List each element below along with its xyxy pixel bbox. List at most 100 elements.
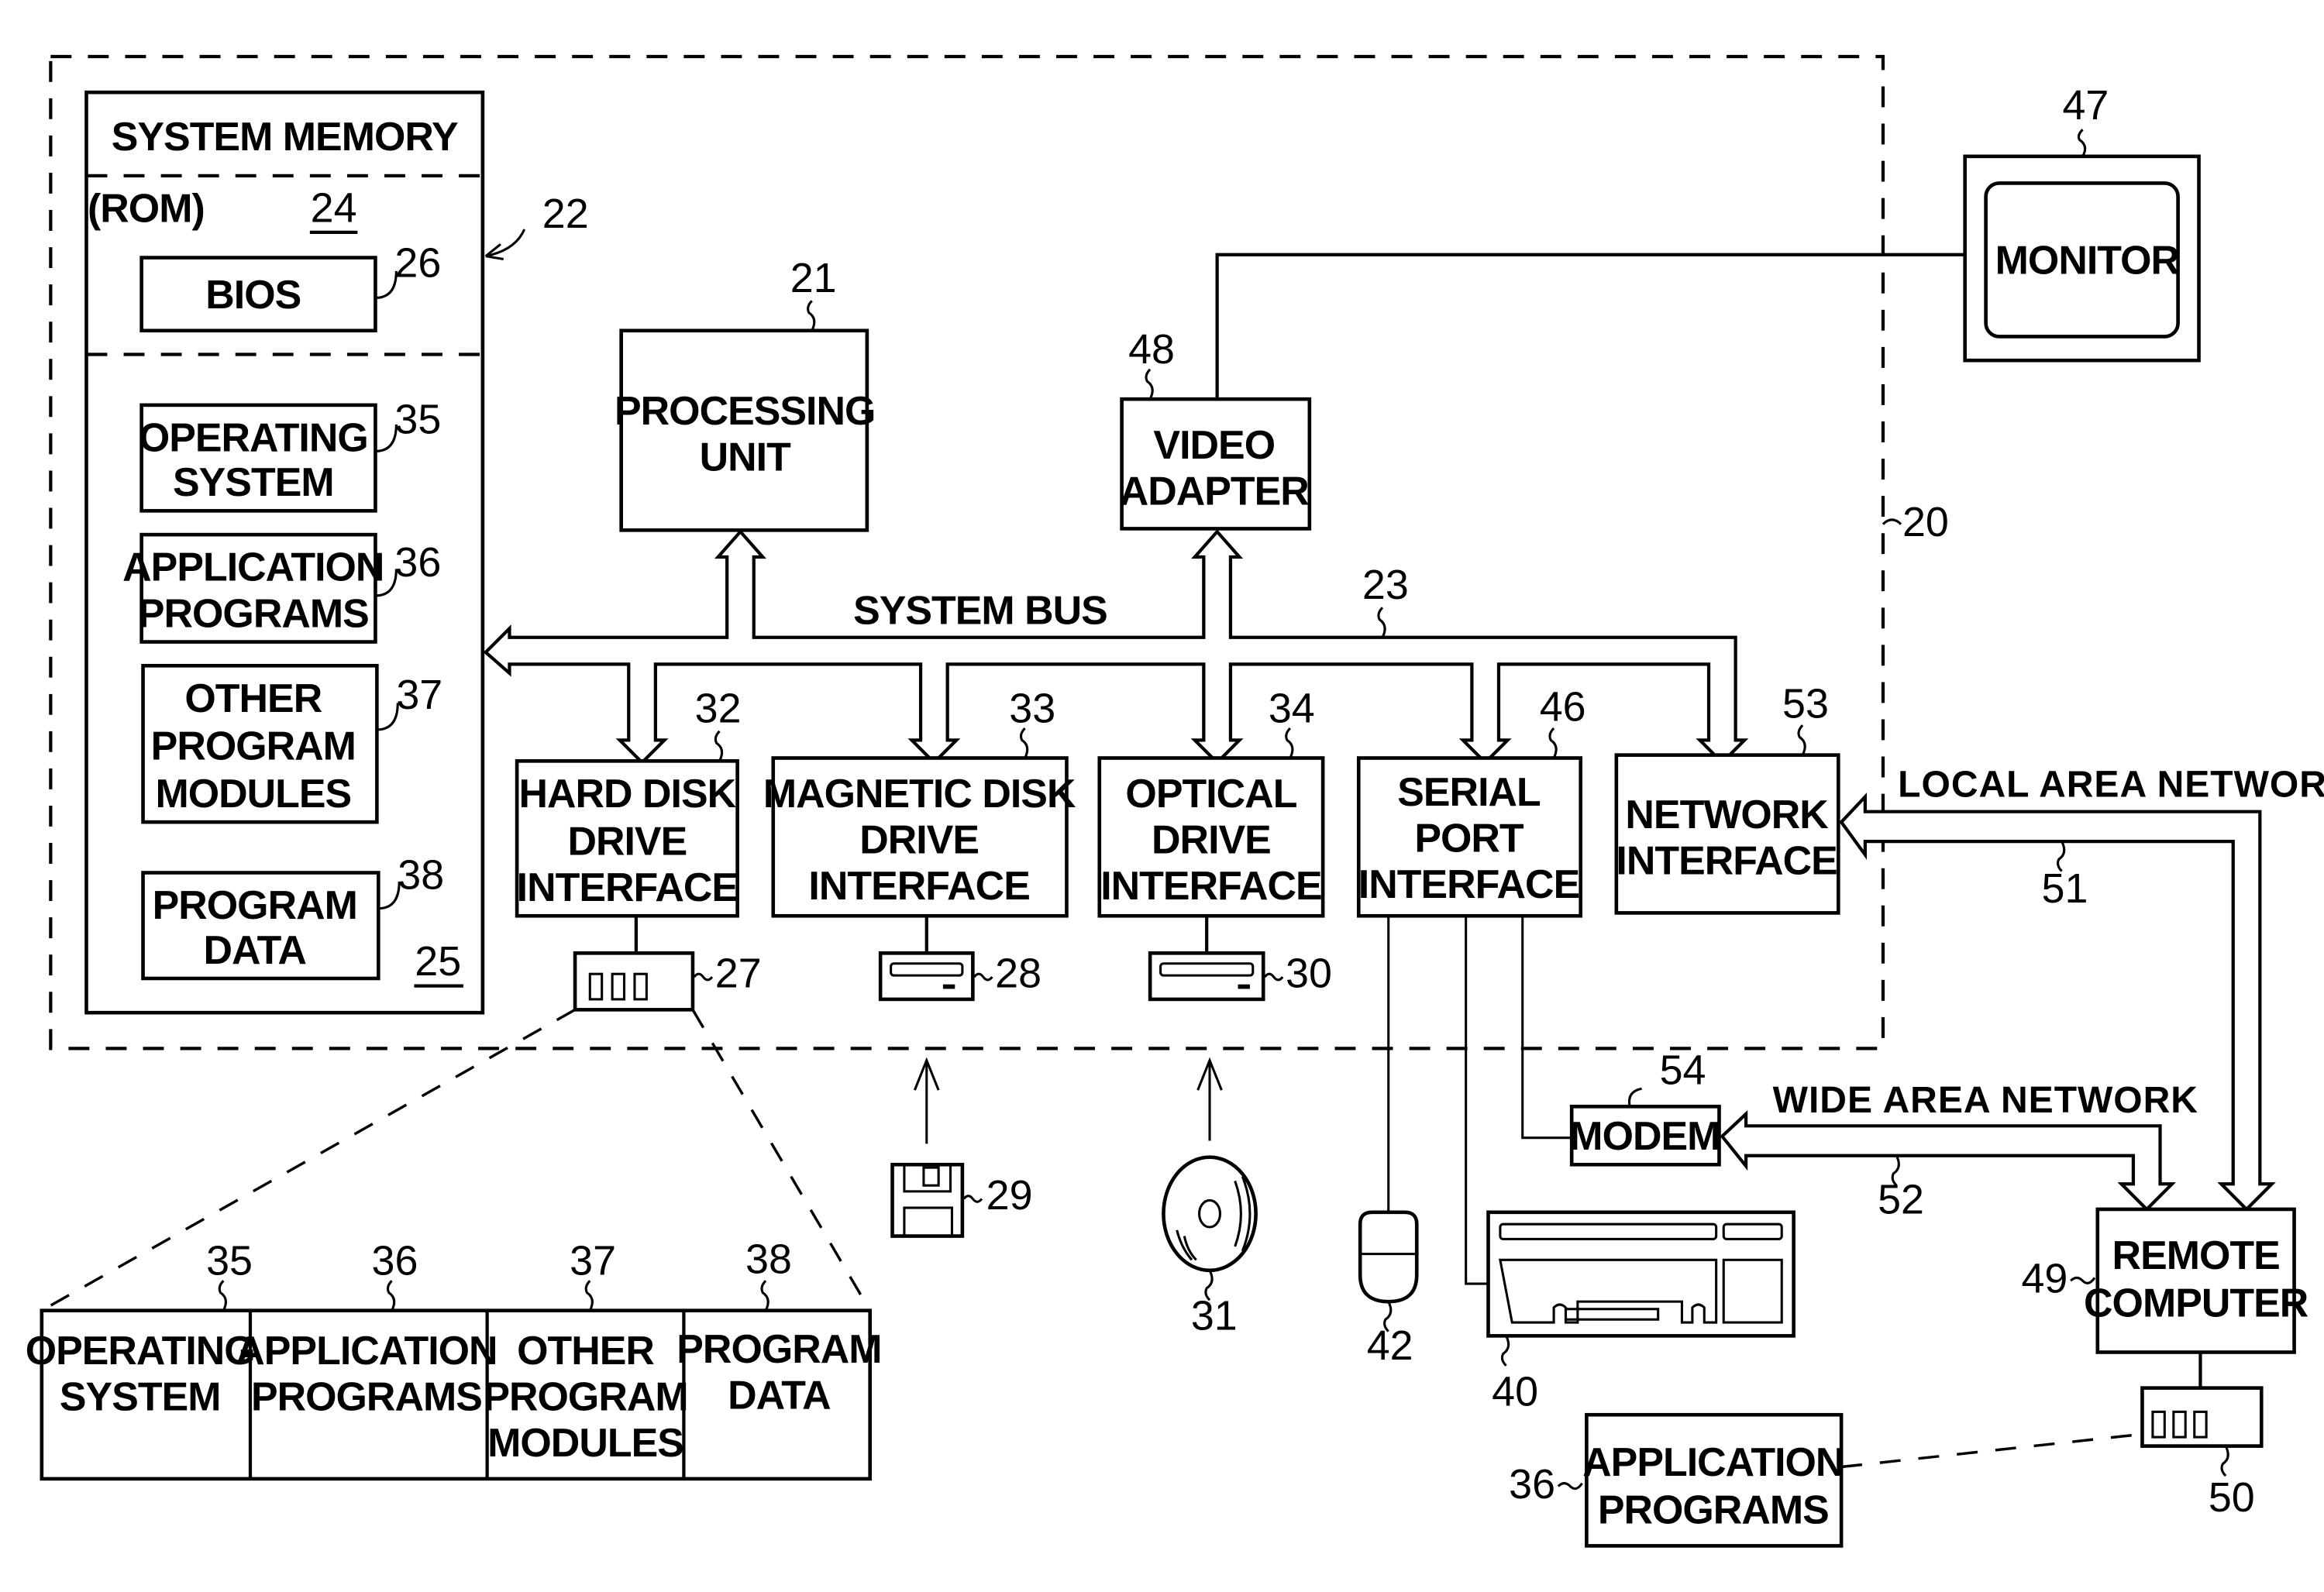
serial-if-line3: INTERFACE [1358,861,1579,906]
processing-unit-line2: UNIT [700,434,791,479]
modem-box: MODEM 54 [1569,1047,1721,1167]
system-bus-label: SYSTEM BUS [853,587,1107,632]
ref-remote-apps: 36 [1509,1461,1555,1508]
ref-modem: 54 [1660,1047,1706,1093]
hd-modules-line3: MODULES [487,1420,683,1465]
ref-magnetic-drive: 28 [995,951,1041,997]
mag-if-line3: INTERFACE [808,863,1029,908]
ref-monitor: 47 [2062,82,2109,129]
ref-system-bus: 23 [1362,562,1409,608]
ref-remote-computer: 49 [2021,1256,2067,1302]
ref-system-memory: 22 [542,191,589,237]
ref-apps: 36 [394,539,441,586]
ref-serial-interface: 46 [1540,683,1586,730]
opt-if-line2: DRIVE [1152,817,1271,862]
wan-label: WIDE AREA NETWORK [1773,1080,2198,1121]
monitor: MONITOR 47 [1963,82,2201,363]
bios-label: BIOS [205,272,301,317]
remote-line2: COMPUTER [2084,1280,2309,1325]
ref-bios: 26 [394,240,441,287]
ref-floppy-disk: 29 [986,1172,1033,1219]
system-memory-title: SYSTEM MEMORY [112,114,458,159]
data-line2: DATA [203,927,306,972]
mag-if-line2: DRIVE [859,817,979,862]
remote-apps-line1: APPLICATION [1582,1439,1844,1484]
opt-if-line1: OPTICAL [1125,771,1296,816]
magnetic-disk-drive-icon: 28 [878,951,1041,1002]
ref-rom: 24 [311,184,357,231]
ref-remote-storage: 50 [2209,1474,2255,1521]
modules-line3: MODULES [155,771,351,816]
hdd-if-line2: DRIVE [567,818,687,863]
ref-lan: 51 [2042,865,2088,912]
hd-os-line2: SYSTEM [60,1374,221,1418]
apps-line2: PROGRAMS [138,590,369,635]
monitor-label: MONITOR [1995,238,2180,283]
ref-modules: 37 [396,672,442,718]
opt-if-line3: INTERFACE [1100,863,1321,908]
ref-magnetic-interface: 33 [1009,685,1055,731]
serial-if-line2: PORT [1414,816,1524,861]
data-line1: PROGRAM [153,882,357,927]
hd-os-line1: OPERATING [26,1328,255,1373]
ref-keyboard: 40 [1492,1369,1538,1415]
video-adapter-line2: ADAPTER [1120,469,1310,514]
ref-mouse: 42 [1367,1322,1413,1369]
modules-line2: PROGRAM [151,723,356,768]
ref-optical-interface: 34 [1269,685,1315,731]
ref-wan: 52 [1878,1177,1924,1223]
remote-apps-line2: PROGRAMS [1598,1487,1829,1532]
hd-data-line2: DATA [728,1373,831,1418]
processing-unit-line1: PROCESSING [615,388,875,433]
ref-optical-disc: 31 [1191,1293,1238,1339]
wan-link: WIDE AREA NETWORK 52 [1720,1080,2198,1223]
os-line1: OPERATING [139,414,368,459]
remote-line1: REMOTE [2112,1233,2280,1277]
remote-apps-dashed-link [1840,1432,2143,1469]
mag-if-line1: MAGNETIC DISK [763,771,1076,816]
hd-modules-line2: PROGRAM [483,1374,687,1418]
ref-network-interface: 53 [1782,681,1829,727]
modem-label: MODEM [1569,1113,1720,1158]
optical-drive-icon: 30 [1148,951,1332,1002]
net-if-line1: NETWORK [1625,792,1828,837]
hard-disk-contents: OPERATING SYSTEM APPLICATION PROGRAMS OT… [26,1236,883,1481]
apps-line1: APPLICATION [122,545,384,590]
system-memory: SYSTEM MEMORY (ROM) 24 BIOS 26 OPERATING… [84,90,485,1015]
ref-hdd-interface: 32 [695,685,742,731]
ref-optical-drive: 30 [1286,951,1332,997]
computer-system-diagram: 20 SYSTEM MEMORY (ROM) 24 BIOS 26 OPERAT… [26,54,2324,1548]
ref-os: 35 [394,396,441,442]
ref-hd-data: 38 [745,1236,792,1283]
modules-line1: OTHER [184,676,322,720]
hdd-if-line3: INTERFACE [517,865,738,909]
rom-label: (ROM) [88,185,205,230]
remote-apps-box: APPLICATION PROGRAMS 36 [1509,1412,1844,1548]
ref-video-adapter: 48 [1128,326,1175,373]
hd-modules-line1: OTHER [517,1328,654,1373]
hdd-if-line1: HARD DISK [519,771,736,816]
serial-if-line1: SERIAL [1397,769,1541,814]
video-to-monitor-line [1215,253,1965,400]
os-line2: SYSTEM [173,459,334,504]
remote-computer-box: REMOTE COMPUTER 49 [2021,1207,2309,1354]
optical-disc-icon: 31 [1162,1057,1258,1339]
ref-hard-disk: 27 [715,951,762,997]
mouse-icon: 42 [1358,1210,1419,1369]
ref-hd-apps: 36 [372,1238,418,1284]
video-adapter-line1: VIDEO [1153,422,1275,467]
ref-hd-modules: 37 [570,1238,616,1284]
ref-processing-unit: 21 [790,255,837,301]
lan-label: LOCAL AREA NETWORK [1898,764,2324,805]
ref-hd-os: 35 [206,1238,253,1284]
remote-storage-icon: 50 [2140,1386,2264,1521]
keyboard-icon: 40 [1486,1210,1796,1415]
ref-computer: 20 [1902,499,1949,545]
net-if-line2: INTERFACE [1616,837,1837,882]
ref-ram: 25 [415,938,461,985]
ref-data: 38 [398,852,444,899]
hd-data-line1: PROGRAM [677,1326,881,1371]
hd-apps-line2: PROGRAMS [251,1374,482,1418]
hd-apps-line1: APPLICATION [236,1328,497,1373]
floppy-disk-icon: 29 [890,1057,1033,1238]
